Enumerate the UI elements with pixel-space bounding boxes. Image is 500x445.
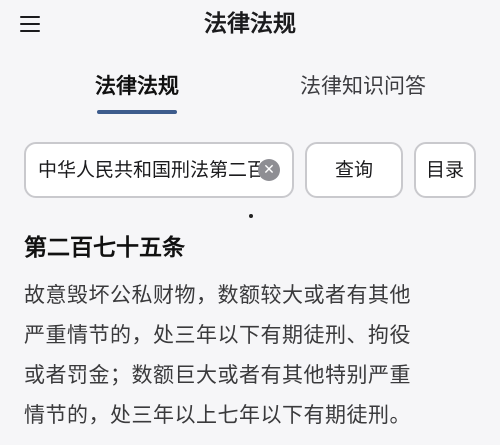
article-body: 故意毁坏公私财物，数额较大或者有其他 严重情节的，处三年以下有期徒刑、拘役 或者… bbox=[24, 275, 484, 435]
tab-bar: 法律法规 法律知识问答 bbox=[0, 62, 500, 120]
loading-dot bbox=[249, 214, 253, 218]
article-line: 或者罚金；数额巨大或者有其他特别严重 bbox=[24, 363, 411, 387]
search-button[interactable]: 查询 bbox=[305, 142, 403, 198]
tab-laws[interactable]: 法律法规 bbox=[95, 70, 179, 102]
active-tab-indicator bbox=[97, 110, 177, 114]
page-title: 法律法规 bbox=[204, 11, 296, 37]
top-bar: 法律法规 bbox=[0, 0, 500, 48]
article-title: 第二百七十五条 bbox=[24, 235, 185, 261]
search-row: 中华人民共和国刑法第二百 ✕ 查询 目录 bbox=[0, 142, 500, 200]
article-line: 情节的，处三年以上七年以下有期徒刑。 bbox=[24, 403, 411, 427]
search-box: 中华人民共和国刑法第二百 ✕ bbox=[24, 142, 294, 198]
search-input[interactable]: 中华人民共和国刑法第二百 bbox=[38, 144, 260, 196]
clear-circle-icon[interactable]: ✕ bbox=[258, 159, 280, 181]
catalog-button[interactable]: 目录 bbox=[414, 142, 476, 198]
tab-legal-qa[interactable]: 法律知识问答 bbox=[300, 70, 426, 102]
article-line: 故意毁坏公私财物，数额较大或者有其他 bbox=[24, 283, 411, 307]
article-line: 严重情节的，处三年以下有期徒刑、拘役 bbox=[24, 323, 411, 347]
